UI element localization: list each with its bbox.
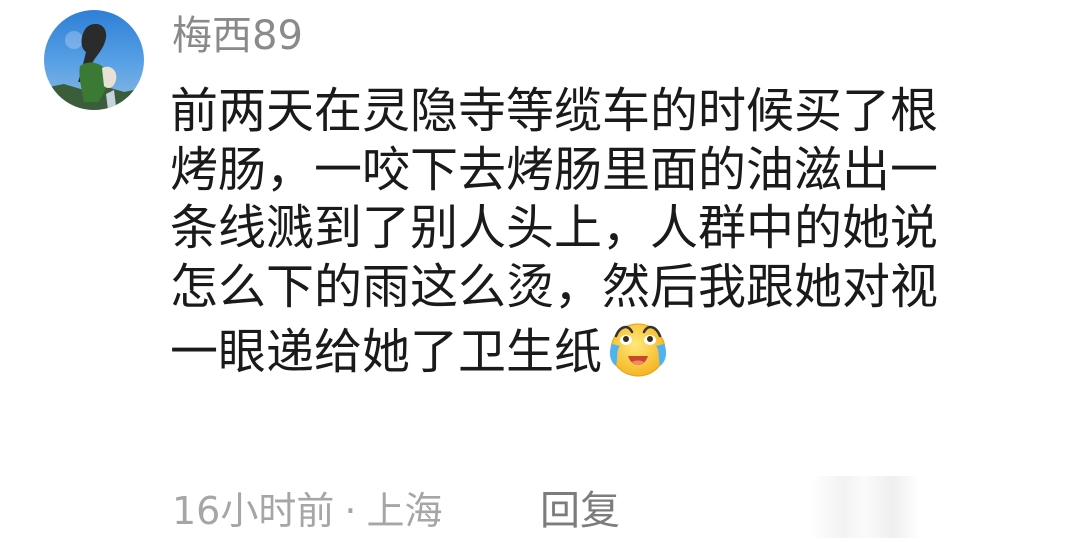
comment-meta: 16小时前 · 上海 <box>172 486 442 536</box>
comment-line: 烤肠，一咬下去烤肠里面的油滋出一 <box>170 141 939 198</box>
comment-text: 前两天在灵隐寺等缆车的时候买了根 烤肠，一咬下去烤肠里面的油滋出一 条线溅到了别… <box>170 82 1030 380</box>
blurred-region <box>810 476 920 538</box>
reply-button[interactable]: 回复 <box>540 486 620 536</box>
meta-separator: · <box>344 489 357 533</box>
username[interactable]: 梅西89 <box>172 10 303 62</box>
avatar[interactable] <box>44 10 144 110</box>
comment-time: 16小时前 <box>172 489 335 533</box>
comment-location: 上海 <box>366 489 443 533</box>
comment-line: 怎么下的雨这么烫，然后我跟她对视 <box>170 258 939 315</box>
comment-line: 前两天在灵隐寺等缆车的时候买了根 <box>170 83 939 139</box>
comment-line-text: 一眼递给她了卫生纸 <box>170 324 603 380</box>
crying-laughing-emoji-icon <box>606 316 670 392</box>
comment-line-last: 一眼递给她了卫生纸 <box>170 316 1030 380</box>
avatar-image <box>44 23 144 110</box>
comment-line: 条线溅到了别人头上，人群中的她说 <box>170 200 939 256</box>
comment-item: 梅西89 前两天在灵隐寺等缆车的时候买了根 烤肠，一咬下去烤肠里面的油滋出一 条… <box>0 0 1080 542</box>
